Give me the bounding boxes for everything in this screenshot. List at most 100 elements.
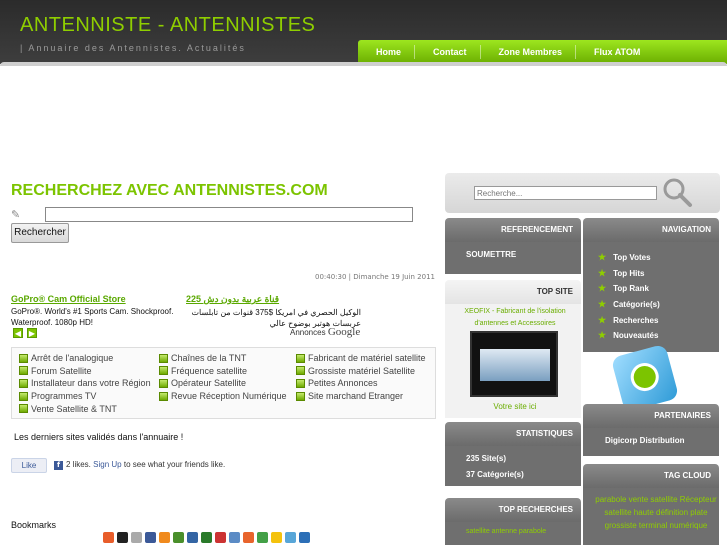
category-col-1: Arrêt de l'analogique Forum Satellite In…	[19, 352, 151, 415]
header-divider	[0, 62, 727, 66]
ads-by-google[interactable]: Annonces Google	[290, 326, 360, 338]
reddit-icon[interactable]	[215, 532, 226, 543]
folder-icon	[296, 391, 305, 401]
category-col-3: Fabricant de matériel satellite Grossist…	[296, 352, 426, 402]
facebook-share-icon[interactable]	[145, 532, 156, 543]
tagcloud-text[interactable]: parabole vente satellite Récepteur satel…	[591, 493, 721, 532]
digg-icon[interactable]	[131, 532, 142, 543]
sidebar-search-box	[445, 173, 720, 213]
slashdot-icon[interactable]	[229, 532, 240, 543]
category-box: Arrêt de l'analogique Forum Satellite In…	[11, 347, 436, 419]
tagcloud-header: TAG CLOUD	[583, 464, 719, 488]
folder-icon	[19, 353, 28, 363]
navigation-list: ★ Top Votes ★ Top Hits ★ Top Rank ★ Catégori…	[598, 250, 660, 344]
sidebar-search-input[interactable]	[474, 186, 657, 200]
nav-link-top-hits[interactable]: ★ Top Hits	[598, 266, 660, 282]
nav-link-top-votes[interactable]: ★ Top Votes	[598, 250, 660, 266]
category-item[interactable]: Arrêt de l'analogique	[19, 352, 151, 365]
pencil-icon: ✎	[11, 208, 21, 221]
partenaires-header: PARTENAIRES	[583, 404, 719, 428]
nav-contact[interactable]: Contact	[415, 45, 481, 59]
star-icon: ★	[598, 252, 607, 263]
partenaires-body: Digicorp Distribution	[583, 428, 719, 456]
bookmark-icon[interactable]	[103, 532, 114, 543]
category-item[interactable]: Vente Satellite & TNT	[19, 402, 151, 415]
category-item[interactable]: Grossiste matériel Satellite	[296, 365, 426, 378]
nav-link-categories[interactable]: ★ Catégorie(s)	[598, 297, 660, 313]
star-icon: ★	[598, 299, 607, 310]
folder-icon	[159, 378, 168, 388]
ad-arabic-title[interactable]: 225 قناة عربية بدون دش	[186, 294, 361, 305]
bookmarks-label: Bookmarks	[11, 520, 57, 530]
topsite-screenshot[interactable]	[470, 331, 558, 397]
rss-feed-icon[interactable]	[610, 343, 680, 413]
facebook-signup-link[interactable]: Sign Up	[93, 460, 121, 469]
main-search-input[interactable]	[45, 207, 413, 222]
referencement-body: SOUMETTRE	[445, 242, 581, 274]
facebook-like-button[interactable]: Like	[11, 458, 47, 473]
soumettre-link[interactable]: SOUMETTRE	[466, 250, 516, 259]
nav-link-top-rank[interactable]: ★ Top Rank	[598, 281, 660, 297]
ad-gopro-text: GoPro®. World's #1 Sports Cam. Shockproo…	[11, 307, 174, 327]
stat-categories: 37 Catégorie(s)	[466, 470, 524, 479]
datetime: 00:40:30 | Dimanche 19 Juin 2011	[315, 273, 435, 281]
nav-flux-atom[interactable]: Flux ATOM	[576, 45, 653, 59]
nav-home[interactable]: Home	[358, 45, 416, 59]
technorati-icon[interactable]	[257, 532, 268, 543]
page: ANTENNISTE - ANTENNISTES | Annuaire des …	[0, 0, 727, 545]
star-icon: ★	[598, 330, 607, 341]
next-arrow-icon[interactable]: ▶	[27, 328, 37, 338]
topsite-caption[interactable]: XEOFIX - Fabricant de l'isolation d'ante…	[449, 306, 581, 330]
validated-sites-text: Les derniers sites validés dans l'annuai…	[14, 432, 184, 442]
ad-gopro-title[interactable]: GoPro® Cam Official Store	[11, 294, 181, 304]
live-icon[interactable]	[187, 532, 198, 543]
nav-zone-membres[interactable]: Zone Membres	[481, 45, 577, 59]
topsite-header: TOP SITE	[445, 280, 581, 304]
annonces-label: Annonces	[290, 328, 326, 337]
bookmark-icons	[103, 532, 310, 543]
folder-icon	[296, 378, 305, 388]
folder-icon	[19, 366, 28, 376]
download-icon[interactable]	[299, 532, 310, 543]
category-item[interactable]: Forum Satellite	[19, 365, 151, 378]
partner-link[interactable]: Digicorp Distribution	[605, 436, 685, 445]
category-item[interactable]: Site marchand Etranger	[296, 390, 426, 403]
category-item[interactable]: Fréquence satellite	[159, 365, 287, 378]
category-item[interactable]: Chaînes de la TNT	[159, 352, 287, 365]
stat-sites: 235 Site(s)	[466, 454, 507, 463]
fark-icon[interactable]	[159, 532, 170, 543]
screenshot-image	[480, 349, 550, 381]
category-item[interactable]: Programmes TV	[19, 390, 151, 403]
page-title: RECHERCHEZ AVEC ANTENNISTES.COM	[11, 182, 328, 199]
yahoo-icon[interactable]	[271, 532, 282, 543]
facebook-like-text: 2 likes. Sign Up to see what your friend…	[66, 460, 226, 469]
category-item[interactable]: Opérateur Satellite	[159, 377, 287, 390]
category-item[interactable]: Petites Annonces	[296, 377, 426, 390]
google-logo: Google	[327, 326, 361, 338]
nav-link-nouveautes[interactable]: ★ Nouveautés	[598, 328, 660, 344]
header: ANTENNISTE - ANTENNISTES | Annuaire des …	[0, 0, 727, 64]
star-icon: ★	[598, 267, 607, 278]
category-item[interactable]: Revue Réception Numérique	[159, 390, 287, 403]
stumbleupon-icon[interactable]	[243, 532, 254, 543]
top-recherches-text[interactable]: satellite antenne parabole	[466, 528, 546, 535]
vote-link[interactable]: Votre site ici	[449, 402, 581, 411]
ad-arabic: 225 قناة عربية بدون دش الوكيل الحصري في …	[186, 294, 361, 329]
category-item[interactable]: Fabricant de matériel satellite	[296, 352, 426, 365]
rss-inner-icon	[627, 359, 662, 395]
statistiques-body: 235 Site(s) 37 Catégorie(s)	[445, 446, 581, 486]
star-icon: ★	[598, 283, 607, 294]
category-item[interactable]: Installateur dans votre Région	[19, 377, 151, 390]
magnifier-icon[interactable]	[661, 176, 693, 208]
nav-link-recherches[interactable]: ★ Recherches	[598, 312, 660, 328]
furl-icon[interactable]	[285, 532, 296, 543]
google-bookmark-icon[interactable]	[173, 532, 184, 543]
newsvine-icon[interactable]	[201, 532, 212, 543]
delicious-icon[interactable]	[117, 532, 128, 543]
site-title[interactable]: ANTENNISTE - ANTENNISTES	[20, 14, 315, 37]
folder-icon	[19, 391, 28, 401]
search-button[interactable]: Rechercher	[11, 223, 69, 243]
prev-arrow-icon[interactable]: ◀	[13, 328, 23, 338]
ad-gopro: GoPro® Cam Official Store GoPro®. World'…	[11, 294, 181, 328]
folder-icon	[19, 404, 28, 414]
